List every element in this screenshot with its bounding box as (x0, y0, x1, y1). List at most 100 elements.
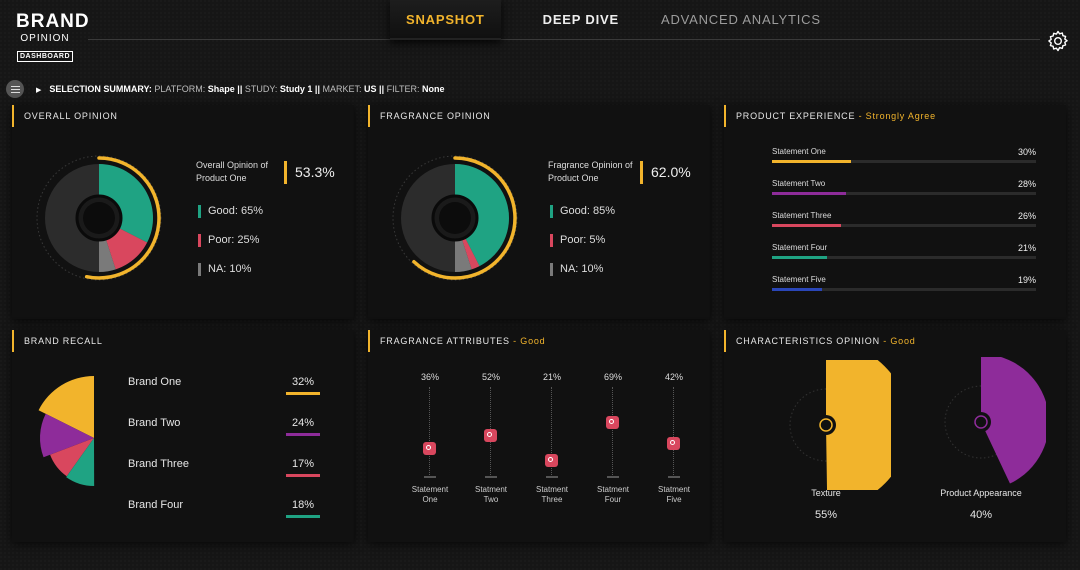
attribute-value: 36% (420, 372, 439, 382)
brand-row: Brand Two 24% (128, 417, 320, 436)
statement-track (772, 288, 1036, 291)
tab-snapshot[interactable]: SNAPSHOT (390, 0, 501, 40)
statement-track (772, 192, 1036, 195)
attribute-column: 52% Statment Two (466, 372, 516, 504)
statement-track (772, 256, 1036, 259)
statement-row: Statement Three 26% (772, 211, 1036, 227)
attribute-value: 52% (481, 372, 500, 382)
legend-na: NA: 10% (198, 262, 251, 276)
legend-poor: Poor: 25% (198, 233, 259, 247)
characteristic-chart (789, 360, 891, 490)
attribute-label: Statment Two (474, 485, 507, 504)
characteristic-value: 55% (814, 509, 838, 521)
statement-fill (772, 224, 841, 227)
summary-filter-label: FILTER: (386, 84, 420, 94)
statement-fill (772, 160, 852, 163)
brand-bar (286, 515, 320, 518)
opinion-label: Fragrance Opinion of Product One (548, 159, 633, 185)
statement-value: 19% (1017, 275, 1036, 285)
product-experience-panel: PRODUCT EXPERIENCE - Strongly Agree Stat… (724, 105, 1066, 319)
statement-label: Statement Two (772, 179, 826, 188)
legend-poor: Poor: 5% (550, 233, 605, 247)
statement-track (772, 224, 1036, 227)
hamburger-menu-icon[interactable] (6, 80, 24, 98)
tab-deep-dive[interactable]: DEEP DIVE (527, 0, 635, 40)
opinion-label-line2: Product One (196, 173, 247, 183)
brand-value: 17% (291, 458, 315, 470)
panel-title: FRAGRANCE OPINION (368, 105, 491, 127)
opinion-label-line1: Overall Opinion of (196, 160, 269, 170)
donut-center (83, 202, 115, 234)
brand-recall-chart (38, 376, 95, 486)
panel-title: PRODUCT EXPERIENCE - Strongly Agree (724, 105, 936, 127)
attribute-label: Statment Five (657, 485, 690, 504)
attribute-marker[interactable] (667, 437, 680, 451)
brand-value: 32% (291, 376, 315, 388)
characteristic-chart (944, 357, 1046, 484)
tab-advanced-analytics[interactable]: ADVANCED ANALYTICS (645, 0, 837, 40)
logo-line-dashboard: DASHBOARD (17, 51, 73, 62)
panel-title: CHARACTERISTICS OPINION - Good (724, 330, 916, 352)
legend-poor-text: Poor: 5% (560, 234, 606, 246)
attribute-value: 69% (603, 372, 622, 382)
legend-poor-text: Poor: 25% (208, 234, 260, 246)
attribute-marker[interactable] (545, 453, 558, 467)
legend-good: Good: 85% (550, 204, 615, 218)
brand-bar (286, 392, 320, 395)
attribute-marker[interactable] (484, 429, 497, 443)
attribute-marker[interactable] (423, 441, 436, 455)
brand-row: Brand Four 18% (128, 499, 320, 518)
statement-value: 28% (1017, 179, 1036, 189)
logo-line-brand: BRAND (16, 11, 90, 32)
caret-right-icon[interactable]: ▶ (36, 87, 41, 94)
summary-market-value: US (364, 84, 377, 94)
brand-recall-panel: BRAND RECALL Brand One 32% Brand Two 24%… (12, 330, 354, 542)
opinion-value: 62.0% (651, 164, 691, 180)
attribute-label: Statment Three (535, 485, 568, 504)
brand-logo: BRAND OPINION DASHBOARD (16, 11, 90, 63)
attribute-stem (673, 387, 674, 477)
opinion-label-line2: Product One (548, 173, 599, 183)
legend-na: NA: 10% (550, 262, 603, 276)
summary-study-label: STUDY: (244, 84, 278, 94)
summary-separator: || (237, 84, 243, 94)
statement-track (772, 160, 1036, 163)
opinion-label: Overall Opinion of Product One (196, 159, 268, 185)
attribute-base (668, 476, 680, 478)
statement-row: Statement One 30% (772, 147, 1036, 163)
statement-fill (772, 288, 823, 291)
opinion-accent-bar (640, 161, 643, 184)
panel-title-text: FRAGRANCE ATTRIBUTES (380, 336, 510, 346)
attribute-column: 69% Statment Four (588, 372, 638, 504)
attribute-stem (612, 387, 613, 477)
statement-value: 26% (1017, 211, 1036, 221)
statement-label: Statement Five (772, 275, 826, 284)
fragrance-opinion-panel: FRAGRANCE OPINION Fragrance Opinion of P… (368, 105, 710, 319)
characteristic-center (816, 415, 836, 435)
attribute-column: 36% Statement One (405, 372, 455, 504)
legend-good: Good: 65% (198, 204, 263, 218)
selection-summary: ▶ SELECTION SUMMARY: PLATFORM: Shape || S… (36, 84, 444, 94)
panel-title-text: PRODUCT EXPERIENCE (736, 111, 856, 121)
attribute-base (485, 476, 497, 478)
donut-center (439, 202, 471, 234)
panel-title-accent: - Strongly Agree (858, 111, 936, 121)
summary-separator: || (314, 84, 320, 94)
gear-icon[interactable] (1046, 29, 1070, 53)
attribute-base (546, 476, 558, 478)
attribute-base (607, 476, 619, 478)
attribute-marker[interactable] (606, 416, 619, 430)
attribute-base (424, 476, 436, 478)
opinion-label-line1: Fragrance Opinion of (548, 160, 633, 170)
statement-value: 21% (1017, 243, 1036, 253)
brand-row: Brand One 32% (128, 376, 320, 395)
fragrance-attributes-panel: FRAGRANCE ATTRIBUTES - Good 36% Statemen… (368, 330, 710, 542)
legend-good-text: Good: 85% (560, 205, 616, 217)
statement-row: Statement Four 21% (772, 243, 1036, 259)
brand-bar (286, 433, 320, 436)
panel-title-accent: - Good (883, 336, 916, 346)
legend-good-text: Good: 65% (208, 205, 264, 217)
panel-title: BRAND RECALL (12, 330, 103, 352)
legend-na-text: NA: 10% (208, 263, 252, 275)
summary-study-value: Study 1 (279, 84, 313, 94)
